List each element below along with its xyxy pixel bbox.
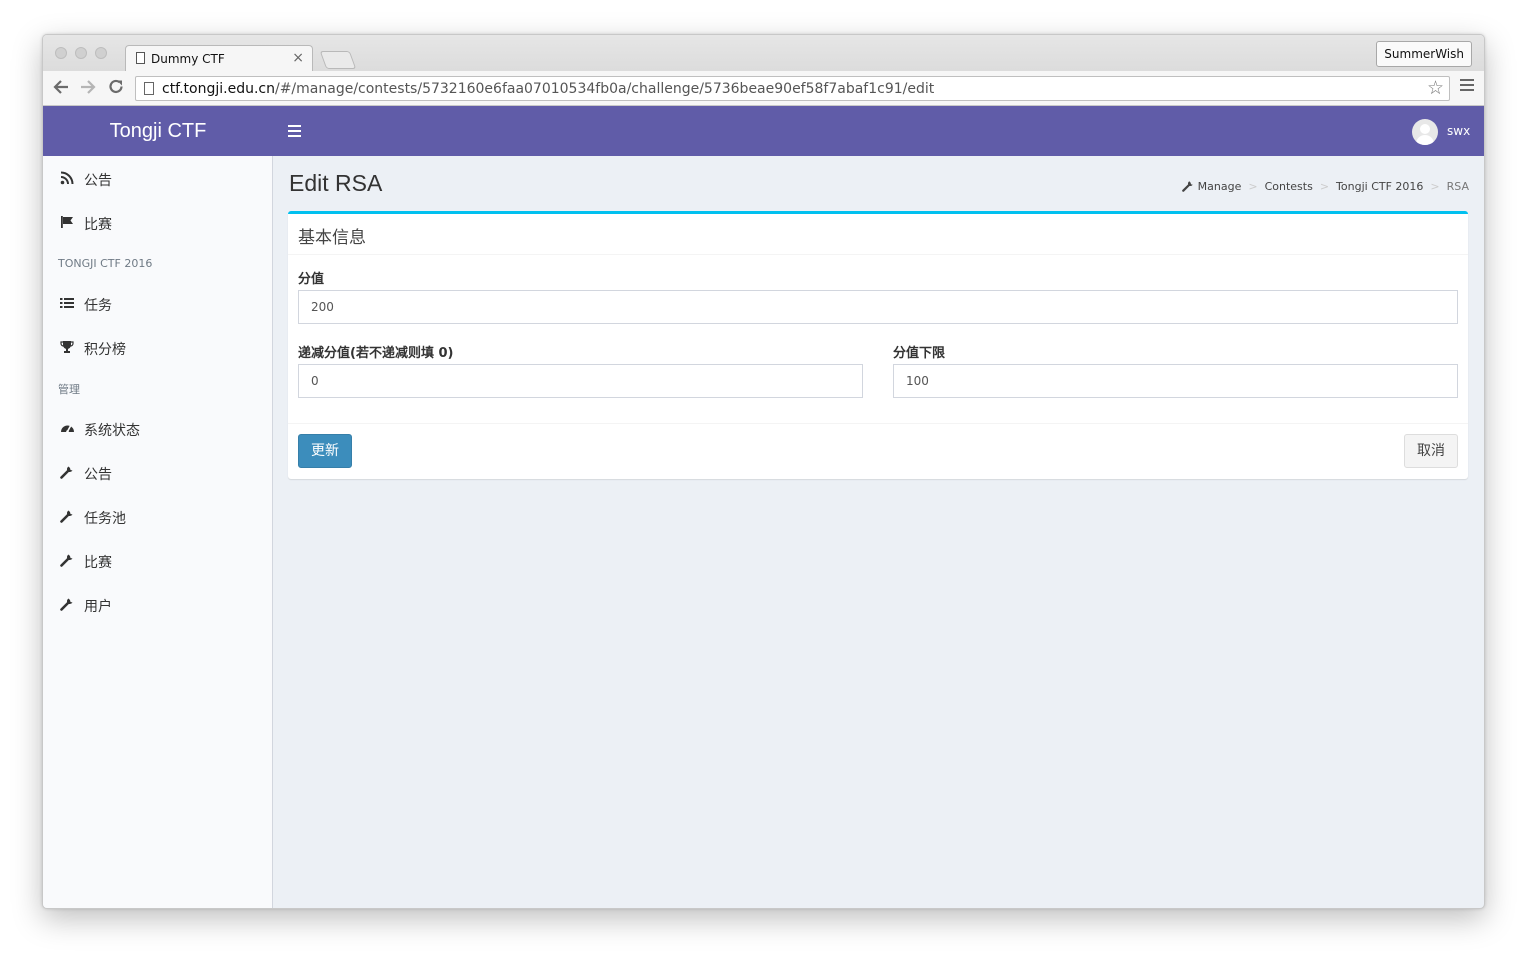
browser-toolbar: ctf.tongji.edu.cn/#/manage/contests/5732… <box>43 71 1484 106</box>
box-header: 基本信息 <box>288 214 1468 255</box>
sidebar-item-label: 比赛 <box>84 555 112 571</box>
wrench-icon <box>60 597 76 613</box>
sidebar-item-manage-contests[interactable]: 比赛 <box>43 546 272 576</box>
min-score-input[interactable]: 100 <box>893 364 1458 398</box>
address-bar[interactable]: ctf.tongji.edu.cn/#/manage/contests/5732… <box>135 76 1450 101</box>
trophy-icon <box>60 340 76 356</box>
sidebar-section-manage: 管理 <box>58 383 80 396</box>
window-minimize-dot[interactable] <box>75 47 87 59</box>
sidebar-item-label: 比赛 <box>84 217 112 233</box>
cancel-button[interactable]: 取消 <box>1404 434 1458 468</box>
breadcrumb-manage[interactable]: Manage <box>1198 180 1242 193</box>
box-footer: 更新 取消 <box>288 423 1468 480</box>
wrench-icon <box>60 465 76 481</box>
browser-window: Dummy CTF × SummerWish ctf.tongji.edu.cn… <box>42 34 1485 909</box>
forward-arrow-icon[interactable] <box>79 78 97 101</box>
sidebar-item-label: 公告 <box>84 173 112 189</box>
main-content: Edit RSA Manage > Contests > Tongji CTF 2016… <box>273 156 1484 908</box>
breadcrumb: Manage > Contests > Tongji CTF 2016 > RSA <box>1181 180 1469 195</box>
score-label: 分值 <box>298 272 325 287</box>
sidebar-section-contest: TONGJI CTF 2016 <box>58 257 153 270</box>
tab-title: Dummy CTF <box>151 52 225 66</box>
reload-icon[interactable] <box>107 78 125 101</box>
sidebar-item-label: 用户 <box>84 599 112 615</box>
breadcrumb-contest[interactable]: Tongji CTF 2016 <box>1336 180 1423 193</box>
page-icon <box>136 52 145 64</box>
app-header: Tongji CTF swx <box>43 106 1484 156</box>
sidebar-item-system-status[interactable]: 系统状态 <box>43 414 272 444</box>
decrease-label: 递减分值(若不递减则填 0) <box>298 346 454 361</box>
sidebar-item-users[interactable]: 用户 <box>43 590 272 620</box>
sidebar-item-label: 任务 <box>84 298 112 314</box>
wrench-icon <box>60 509 76 525</box>
tab-close-icon[interactable]: × <box>292 50 304 66</box>
new-tab-button[interactable] <box>319 51 357 69</box>
username: swx <box>1447 124 1471 138</box>
sidebar-item-manage-announcements[interactable]: 公告 <box>43 458 272 488</box>
wrench-icon <box>60 553 76 569</box>
min-score-label: 分值下限 <box>893 346 946 361</box>
window-maximize-dot[interactable] <box>95 47 107 59</box>
sidebar-item-label: 系统状态 <box>84 423 140 439</box>
browser-tabstrip: Dummy CTF × SummerWish <box>43 35 1484 72</box>
breadcrumb-contests[interactable]: Contests <box>1265 180 1313 193</box>
brand-logo[interactable]: Tongji CTF <box>43 106 273 156</box>
avatar <box>1412 119 1438 145</box>
edit-form-box: 基本信息 分值 200 递减分值(若不递减则填 0) 0 分值下限 100 更新… <box>288 211 1468 479</box>
back-arrow-icon[interactable] <box>52 78 70 101</box>
sidebar-item-label: 任务池 <box>84 511 126 527</box>
dashboard-icon <box>60 421 76 437</box>
sidebar-toggle-icon[interactable] <box>288 125 301 140</box>
user-menu[interactable]: swx <box>1412 119 1470 145</box>
list-icon <box>60 296 76 312</box>
rss-icon <box>60 171 76 187</box>
wrench-icon <box>1181 180 1194 195</box>
sidebar-item-label: 公告 <box>84 467 112 483</box>
url-path: /#/manage/contests/5732160e6faa07010534f… <box>274 81 935 97</box>
sidebar-item-scoreboard[interactable]: 积分榜 <box>43 333 272 363</box>
page-title: Edit RSA <box>289 170 383 196</box>
url-text: ctf.tongji.edu.cn/#/manage/contests/5732… <box>162 81 934 97</box>
sidebar-item-label: 积分榜 <box>84 342 126 358</box>
browser-tab[interactable]: Dummy CTF × <box>125 45 313 72</box>
sidebar: 公告 比赛 TONGJI CTF 2016 任务 积分榜 管理 系统状态 公告 … <box>43 156 273 908</box>
score-input[interactable]: 200 <box>298 290 1458 324</box>
sidebar-item-task-pool[interactable]: 任务池 <box>43 502 272 532</box>
update-button[interactable]: 更新 <box>298 434 352 468</box>
profile-button[interactable]: SummerWish <box>1376 41 1472 67</box>
page-icon <box>144 82 154 95</box>
decrease-input[interactable]: 0 <box>298 364 863 398</box>
sidebar-item-announcements[interactable]: 公告 <box>43 164 272 194</box>
box-title: 基本信息 <box>298 228 366 248</box>
bookmark-star-icon[interactable]: ☆ <box>1427 77 1444 99</box>
flag-icon <box>60 215 76 231</box>
sidebar-item-tasks[interactable]: 任务 <box>43 289 272 319</box>
window-close-dot[interactable] <box>55 47 67 59</box>
browser-menu-icon[interactable] <box>1460 79 1474 94</box>
sidebar-item-contests[interactable]: 比赛 <box>43 208 272 238</box>
breadcrumb-current: RSA <box>1446 180 1469 193</box>
url-host: ctf.tongji.edu.cn <box>162 81 275 97</box>
